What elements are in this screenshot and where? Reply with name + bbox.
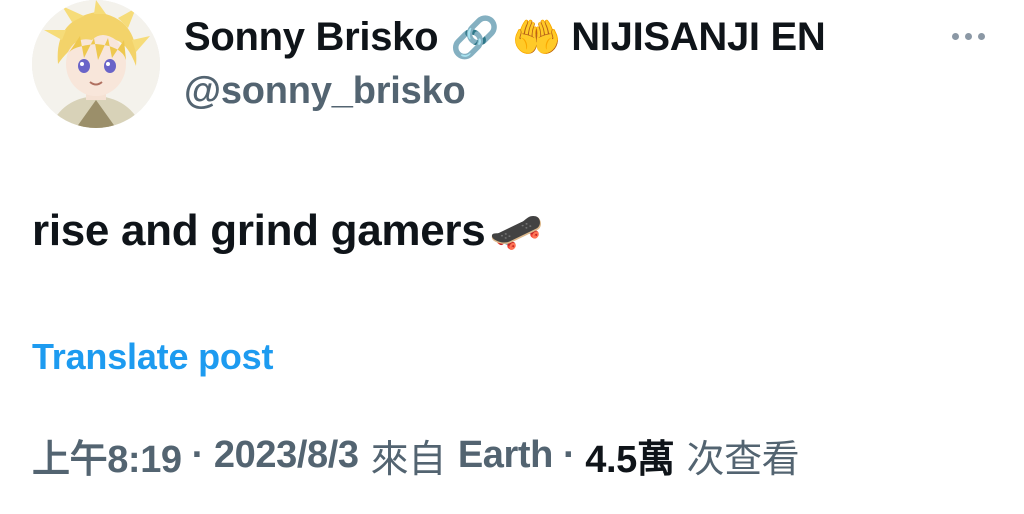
avatar-image xyxy=(32,0,160,128)
display-name-row[interactable]: Sonny Brisko 🔗 🤲 NIJISANJI EN xyxy=(184,8,826,66)
more-horizontal-icon[interactable] xyxy=(946,16,990,56)
post-date[interactable]: 2023/8/3 xyxy=(214,434,359,477)
views-count[interactable]: 4.5萬 xyxy=(585,428,675,483)
affiliation-label: NIJISANJI EN xyxy=(571,14,826,59)
hands-emoji-icon: 🤲 xyxy=(511,15,562,60)
user-names: Sonny Brisko 🔗 🤲 NIJISANJI EN @sonny_bri… xyxy=(184,8,826,113)
via-label: 來自 xyxy=(370,439,447,481)
tweet-text: rise and grind gamers 🛹 xyxy=(32,205,544,257)
display-name: Sonny Brisko xyxy=(184,14,439,59)
separator-dot-2: · xyxy=(562,434,576,476)
user-handle[interactable]: @sonny_brisko xyxy=(184,70,826,113)
views-label: 次查看 xyxy=(686,439,800,481)
separator-dot: · xyxy=(191,434,205,476)
tweet-body: rise and grind gamers xyxy=(32,206,486,255)
skateboard-emoji-icon: 🛹 xyxy=(489,207,544,256)
avatar[interactable] xyxy=(32,0,160,128)
post-time[interactable]: 上午8:19 xyxy=(32,428,182,483)
tweet-header: Sonny Brisko 🔗 🤲 NIJISANJI EN @sonny_bri… xyxy=(32,0,992,130)
tweet-metadata: 上午8:19 · 2023/8/3 來自 Earth · 4.5萬 次查看 xyxy=(32,428,800,483)
link-emoji-icon: 🔗 xyxy=(450,15,500,60)
post-source: Earth xyxy=(457,434,554,476)
translate-post-link[interactable]: Translate post xyxy=(32,336,273,378)
